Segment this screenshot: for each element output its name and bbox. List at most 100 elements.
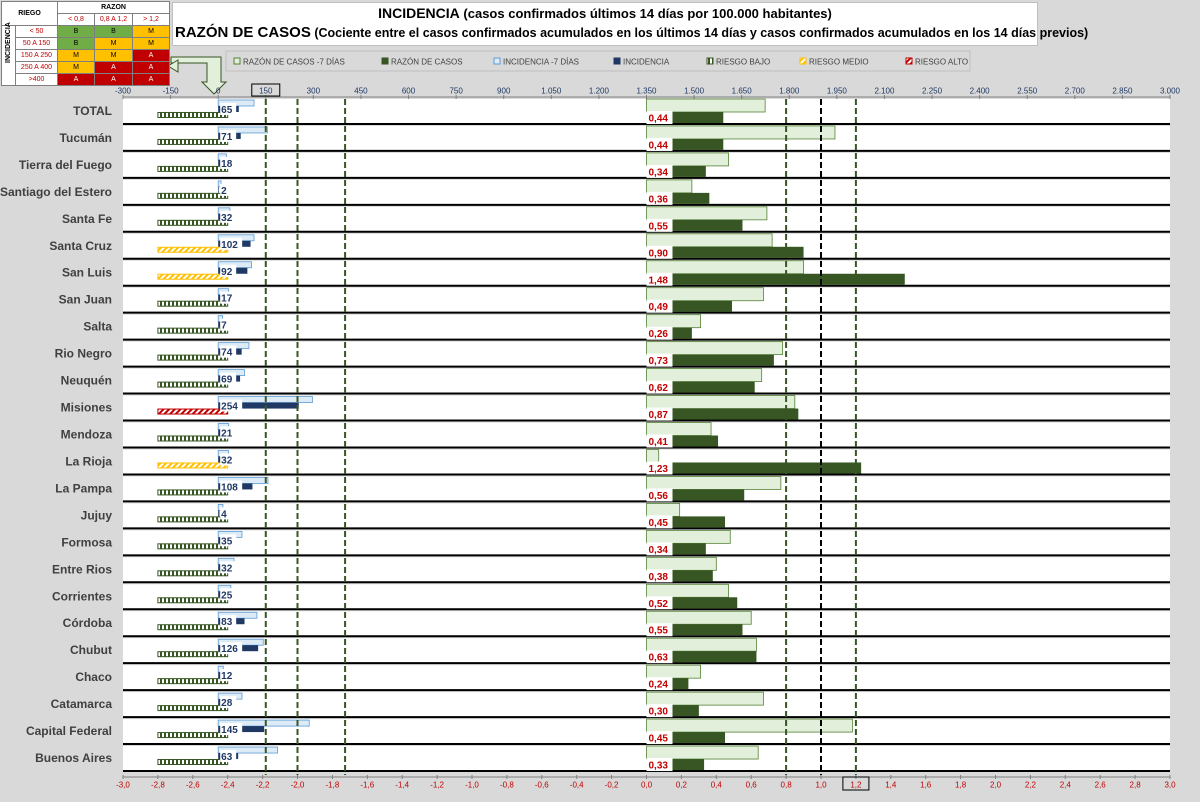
incidence-data-label: 32 xyxy=(221,563,233,574)
category-label: TOTAL xyxy=(73,104,112,118)
risk-cell: A xyxy=(131,61,171,74)
top-axis-tick-label: 450 xyxy=(354,87,368,96)
risk-cell: B xyxy=(57,25,95,38)
top-axis-tick-label: 300 xyxy=(307,87,321,96)
ratio-7-bar xyxy=(646,476,782,490)
top-axis-tick-label: 150 xyxy=(259,87,273,96)
risk-bar xyxy=(157,516,229,523)
ratio-data-label: 0,34 xyxy=(649,545,669,556)
legend-swatch xyxy=(799,57,807,65)
ratio-7-bar xyxy=(646,314,701,329)
incidence-data-label: 12 xyxy=(221,671,233,682)
top-axis-tick-label: 600 xyxy=(402,87,416,96)
ratio-data-label: 0,55 xyxy=(649,221,669,232)
legend-swatch xyxy=(706,57,714,65)
incidence-bar xyxy=(218,186,219,193)
category-label: Jujuy xyxy=(81,508,113,522)
risk-matrix-table: RIEGO RAZON < 0,8 0,8 A 1,2 > 1,2 INCIDE… xyxy=(1,1,171,86)
category-label: Misiones xyxy=(61,401,113,415)
ratio-7-bar xyxy=(646,260,804,275)
ratio-label: RAZON xyxy=(56,1,171,14)
ratio-7-bar xyxy=(646,152,729,167)
ratio-7-bar xyxy=(646,368,763,383)
category-label: La Pampa xyxy=(55,481,112,495)
risk-bar xyxy=(157,165,229,172)
ratio-data-label: 0,38 xyxy=(649,572,669,583)
category-label: Formosa xyxy=(61,535,112,549)
risk-cell: M xyxy=(94,49,133,62)
ratio-7-bar xyxy=(646,179,693,194)
risk-cell: M xyxy=(131,37,171,50)
incidence-data-label: 32 xyxy=(221,213,233,224)
ratio-data-label: 0,52 xyxy=(649,599,669,610)
legend-swatch xyxy=(493,57,501,65)
ratio-7-bar xyxy=(646,637,757,652)
top-axis-tick-label: 0 xyxy=(216,87,221,96)
bottom-axis-tick-label: 0,0 xyxy=(641,781,653,790)
incidence-data-label: 28 xyxy=(221,698,233,709)
top-axis-tick-label: 900 xyxy=(497,87,511,96)
top-axis-tick-label: 1.950 xyxy=(827,87,848,96)
ratio-7-bar xyxy=(646,206,768,221)
category-label: Tucumán xyxy=(60,131,112,145)
bottom-axis-tick-label: 2,2 xyxy=(1025,781,1037,790)
top-axis-tick-label: 2.550 xyxy=(1017,87,1038,96)
category-label: Chaco xyxy=(75,670,112,684)
bottom-axis-tick-label: 2,6 xyxy=(1095,781,1107,790)
bottom-axis-tick-label: -2,0 xyxy=(291,781,305,790)
incidence-data-label: 35 xyxy=(221,536,233,547)
incidence-data-label: 25 xyxy=(221,590,233,601)
risk-bar xyxy=(157,624,229,631)
ratio-7-bar xyxy=(646,556,717,571)
category-label: San Juan xyxy=(59,293,112,307)
ratio-data-label: 0,56 xyxy=(649,491,669,502)
risk-bar xyxy=(157,408,229,415)
ratio-bar xyxy=(646,273,905,285)
category-label: Mendoza xyxy=(61,428,113,442)
category-label: Chubut xyxy=(70,643,112,657)
category-rows: TOTAL 65 0,44 Tucumán 71 0,44 Tierra del Fuego… xyxy=(0,98,1170,772)
ratio-data-label: 0,26 xyxy=(649,329,669,340)
risk-bar xyxy=(157,651,229,658)
category-label: Capital Federal xyxy=(26,724,112,738)
legend-label: RIESGO MEDIO xyxy=(809,58,869,67)
ratio-data-label: 0,87 xyxy=(649,410,669,421)
category-label: La Rioja xyxy=(65,454,112,468)
ratio-7-bar xyxy=(646,529,731,544)
ratio-data-label: 0,44 xyxy=(649,140,669,151)
risk-bar xyxy=(157,111,229,118)
incidence-data-label: 17 xyxy=(221,294,233,305)
chart-subtitle: RAZÓN DE CASOS (Cociente entre el casos … xyxy=(173,24,1088,42)
bottom-axis-tick-label: 1,6 xyxy=(920,781,932,790)
legend-swatch xyxy=(613,57,621,65)
bottom-axis-tick-label: 0,8 xyxy=(781,781,793,790)
top-axis-tick-label: 2.700 xyxy=(1065,87,1086,96)
incidence-data-label: 102 xyxy=(221,240,238,251)
risk-bar xyxy=(157,570,229,577)
ratio-7-bar xyxy=(646,664,701,679)
bottom-axis-tick-label: -0,2 xyxy=(605,781,619,790)
incidence-data-label: 32 xyxy=(221,455,233,466)
incidence-data-label: 108 xyxy=(221,482,238,493)
category-label: Santa Cruz xyxy=(49,239,112,253)
category-label: Corrientes xyxy=(52,589,112,603)
legend-swatch xyxy=(233,57,241,65)
category-label: Salta xyxy=(83,320,112,334)
top-axis-tick-label: 1.650 xyxy=(732,87,753,96)
top-axis-tick-label: 3.000 xyxy=(1160,87,1181,96)
ratio-col-low: < 0,8 xyxy=(57,13,95,26)
ratio-data-label: 0,34 xyxy=(649,167,669,178)
incidence-data-label: 71 xyxy=(221,132,233,143)
risk-bar xyxy=(157,219,229,226)
incidence-row-label: 50 A 150 xyxy=(15,37,58,50)
ratio-data-label: 0,30 xyxy=(649,707,669,718)
ratio-7-bar xyxy=(646,583,729,598)
top-axis-tick-label: 1.050 xyxy=(541,87,562,96)
ratio-data-label: 0,33 xyxy=(649,761,669,772)
incidence-data-label: 254 xyxy=(221,402,238,413)
incidence-data-label: 74 xyxy=(221,348,233,359)
legend-label: RAZÓN DE CASOS xyxy=(391,58,463,67)
legend: RAZÓN DE CASOS -7 DÍAS RAZÓN DE CASOS INCI… xyxy=(225,50,971,72)
bottom-axis-tick-label: -2,8 xyxy=(151,781,165,790)
category-label: San Luis xyxy=(62,266,112,280)
